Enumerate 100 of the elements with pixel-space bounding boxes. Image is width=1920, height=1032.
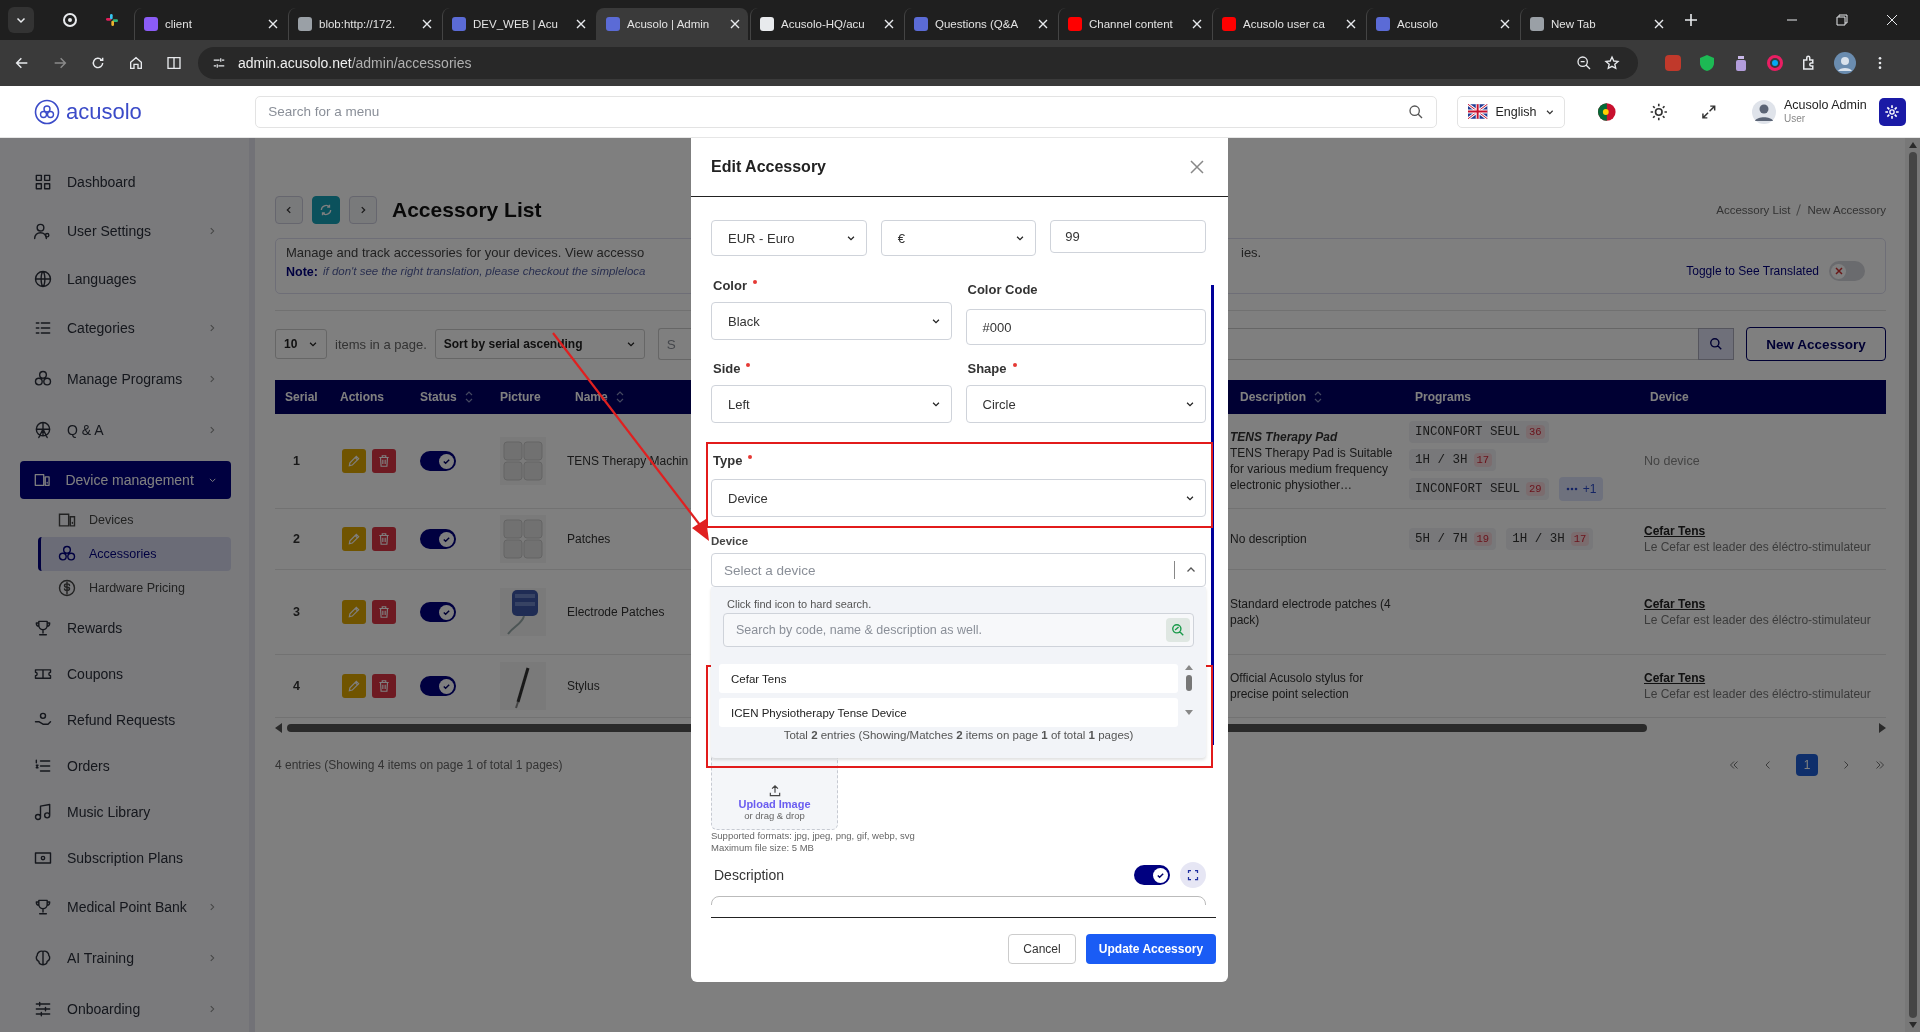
close-icon[interactable] <box>422 19 432 29</box>
browser-tab[interactable]: Acusolo | Admin <box>596 8 748 40</box>
sidebar-subitem[interactable]: Devices <box>38 503 231 537</box>
scroll-left-icon[interactable] <box>275 723 283 733</box>
scroll-down-icon[interactable] <box>1908 1022 1917 1028</box>
shield-icon[interactable] <box>1698 54 1716 72</box>
tab-search-button[interactable] <box>8 7 34 33</box>
pinned-tab-icon[interactable] <box>104 12 120 28</box>
editor-toggle[interactable] <box>1134 865 1170 885</box>
search-icon[interactable] <box>1408 103 1425 120</box>
update-button[interactable]: Update Accessory <box>1086 934 1216 964</box>
flag-icon[interactable] <box>1597 101 1617 122</box>
scrollbar-thumb[interactable] <box>1211 285 1214 745</box>
more-programs-tag[interactable]: +1 <box>1558 477 1604 501</box>
select-field[interactable]: Black <box>711 302 952 340</box>
back-icon[interactable] <box>14 55 30 71</box>
sun-icon[interactable] <box>1648 101 1669 122</box>
split-view-icon[interactable] <box>166 55 182 71</box>
breadcrumb-link[interactable]: New Accessory <box>1807 204 1886 216</box>
device-option[interactable]: Cefar Tens <box>719 664 1178 693</box>
vertical-scrollbar[interactable] <box>1905 138 1920 1032</box>
type-select[interactable]: Device <box>711 479 1206 517</box>
close-icon[interactable] <box>1192 19 1202 29</box>
status-toggle[interactable] <box>420 451 456 471</box>
sidebar-item[interactable]: Onboarding <box>20 983 231 1032</box>
language-select[interactable]: English <box>1457 95 1566 128</box>
sidebar-item[interactable]: Languages <box>20 256 231 302</box>
search-button[interactable] <box>1698 328 1734 360</box>
restore-icon[interactable] <box>1836 14 1848 26</box>
delete-button[interactable] <box>372 674 396 698</box>
new-accessory-button[interactable]: New Accessory <box>1746 327 1886 361</box>
device-link[interactable]: Cefar Tens <box>1644 597 1886 611</box>
translate-toggle[interactable] <box>1829 261 1865 281</box>
select-field[interactable]: Left <box>711 385 952 423</box>
sidebar-item[interactable]: Q & A <box>20 404 231 455</box>
sidebar-item[interactable]: Device management <box>20 461 231 499</box>
sidebar-item[interactable]: Orders <box>20 743 231 789</box>
close-icon[interactable] <box>1346 19 1356 29</box>
last-page-icon[interactable] <box>1874 759 1886 771</box>
sidebar-item[interactable]: Refund Requests <box>20 697 231 743</box>
symbol-select[interactable]: € <box>880 220 1037 256</box>
close-icon[interactable] <box>576 19 586 29</box>
sidebar-item[interactable]: Dashboard <box>20 159 231 205</box>
menu-search-field[interactable]: Search for a menu <box>255 95 1438 128</box>
close-icon[interactable] <box>1886 14 1898 26</box>
scrollbar-thumb[interactable] <box>1908 152 1917 1018</box>
sidebar-item[interactable]: Manage Programs <box>20 353 231 404</box>
find-button[interactable] <box>1166 618 1190 642</box>
avatar-icon[interactable] <box>1751 99 1776 124</box>
status-toggle[interactable] <box>420 676 456 696</box>
ring-icon[interactable] <box>1766 54 1784 72</box>
star-icon[interactable] <box>1604 55 1620 71</box>
fullscreen-icon[interactable] <box>1700 102 1718 121</box>
sidebar-item[interactable]: User Settings <box>20 205 231 256</box>
scroll-right-icon[interactable] <box>1878 723 1886 733</box>
expand-button[interactable] <box>1180 862 1206 888</box>
scrollbar-drawing[interactable] <box>1184 664 1194 716</box>
column-header[interactable]: Status <box>410 390 490 404</box>
delete-button[interactable] <box>372 527 396 551</box>
sidebar-item[interactable]: AI Training <box>20 932 231 983</box>
delete-button[interactable] <box>372 600 396 624</box>
avatar-icon[interactable] <box>1834 52 1856 74</box>
close-icon[interactable] <box>1654 19 1664 29</box>
page-button[interactable]: 1 <box>1796 754 1818 776</box>
pinned-tab-icon[interactable] <box>62 12 78 28</box>
currency-select[interactable]: EUR - Euro <box>711 220 867 256</box>
sidebar-item[interactable]: Rewards <box>20 605 231 651</box>
status-toggle[interactable] <box>420 602 456 622</box>
column-header[interactable]: Description <box>1230 390 1405 404</box>
sidebar-item[interactable]: Medical Point Bank <box>20 881 231 932</box>
first-page-icon[interactable] <box>1728 759 1740 771</box>
sidebar-subitem[interactable]: Hardware Pricing <box>38 571 231 605</box>
device-search-field[interactable]: Search by code, name & description as well. <box>723 613 1194 647</box>
reload-icon[interactable] <box>90 55 106 71</box>
close-icon[interactable] <box>268 19 278 29</box>
plus-icon[interactable] <box>1684 13 1698 27</box>
device-select[interactable]: Select a device <box>711 553 1206 587</box>
select-field[interactable]: Circle <box>965 385 1206 423</box>
home-icon[interactable] <box>128 55 144 71</box>
zoom-icon[interactable] <box>1576 55 1592 71</box>
sidebar-item[interactable]: Subscription Plans <box>20 835 231 881</box>
input-field[interactable]: #000 <box>965 309 1206 345</box>
sidebar-item[interactable]: Music Library <box>20 789 231 835</box>
breadcrumb-link[interactable]: Accessory List <box>1716 204 1791 216</box>
sidebar-item[interactable]: Coupons <box>20 651 231 697</box>
status-toggle[interactable] <box>420 529 456 549</box>
close-icon[interactable] <box>884 19 894 29</box>
sidebar-item[interactable]: Categories <box>20 302 231 353</box>
cancel-button[interactable]: Cancel <box>1008 934 1076 964</box>
sidebar-subitem[interactable]: Accessories <box>38 537 231 571</box>
forward-icon[interactable] <box>52 55 68 71</box>
close-icon[interactable] <box>730 19 740 29</box>
device-link[interactable]: Cefar Tens <box>1644 524 1886 538</box>
site-settings-icon[interactable] <box>212 56 226 70</box>
page-size-select[interactable]: 10 <box>275 329 327 359</box>
close-icon[interactable] <box>1500 19 1510 29</box>
device-link[interactable]: Cefar Tens <box>1644 671 1886 685</box>
scroll-up-icon[interactable] <box>1908 142 1917 148</box>
delete-button[interactable] <box>372 449 396 473</box>
price-field[interactable]: 99 <box>1050 220 1206 253</box>
